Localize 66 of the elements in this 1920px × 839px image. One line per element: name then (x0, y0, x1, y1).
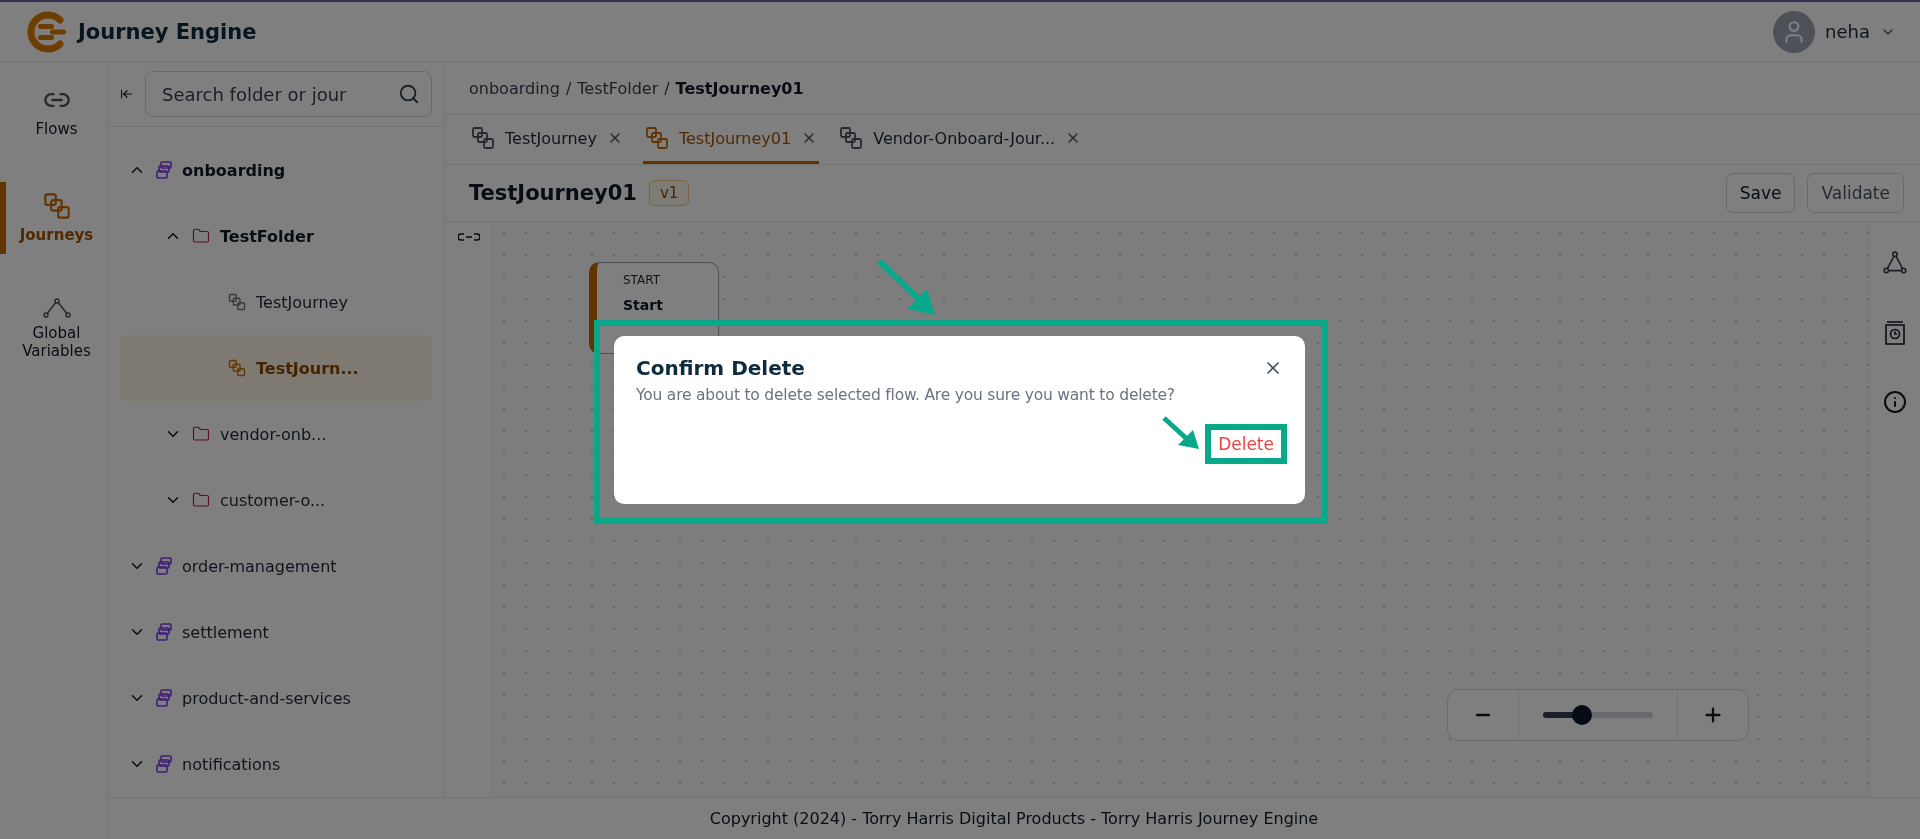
journey-icon (839, 126, 864, 150)
tree-item[interactable]: order-management (120, 533, 432, 599)
breadcrumb-separator: / (664, 78, 670, 98)
tree-label: onboarding (182, 160, 286, 180)
tree-label: settlement (182, 622, 269, 642)
journey-icon (42, 192, 71, 220)
logo-icon (24, 9, 68, 54)
journey-icon (644, 126, 669, 150)
tree-label: customer-o... (220, 490, 326, 510)
version-badge: v1 (649, 180, 690, 206)
history-icon[interactable] (1884, 320, 1906, 346)
journey-title: TestJourney01 (469, 181, 637, 205)
tree-item[interactable]: product-and-services (120, 665, 432, 731)
stack-icon (156, 557, 172, 575)
action-button[interactable]: Save (1725, 173, 1796, 213)
breadcrumb-item[interactable]: TestFolder (577, 78, 659, 98)
tree-item[interactable]: onboarding (120, 137, 432, 203)
info-icon[interactable] (1883, 390, 1907, 414)
node-type: START (623, 273, 662, 287)
nav-item[interactable]: Global Variables (0, 288, 107, 370)
tree-item[interactable]: settlement (120, 599, 432, 665)
tree-label: order-management (182, 556, 337, 576)
tab[interactable]: TestJourney01 (642, 115, 820, 164)
tree-label: vendor-onb... (220, 424, 327, 444)
tree-item[interactable]: notifications (120, 731, 432, 797)
stack-icon (156, 689, 172, 707)
tree-item[interactable]: vendor-onb... (120, 401, 432, 467)
tree-label: product-and-services (182, 688, 351, 708)
tree-item[interactable]: TestJourney (120, 269, 432, 335)
tree-label: TestJourn... (256, 358, 359, 378)
breadcrumb-item[interactable]: onboarding (469, 78, 560, 98)
breadcrumb-item: TestJourney01 (675, 78, 804, 98)
node-name: Start (623, 297, 664, 313)
tree-item[interactable]: TestJourn... (120, 335, 432, 401)
dialog-title: Confirm Delete (636, 356, 805, 380)
journey-icon (228, 359, 246, 377)
stack-icon (156, 161, 172, 179)
annotation-arrow (1162, 416, 1200, 450)
dialog-message: You are about to delete selected flow. Are you sure you want to delete? (636, 386, 1176, 404)
stack-icon (156, 623, 172, 641)
folder-icon (192, 227, 210, 245)
user-name[interactable]: neha (1825, 21, 1870, 42)
stack-icon (156, 755, 172, 773)
breadcrumb-separator: / (565, 78, 572, 98)
nav-item[interactable]: Flows (0, 76, 107, 148)
journey-icon (471, 126, 495, 150)
tree-item[interactable]: customer-o... (120, 467, 432, 533)
journey-icon (228, 293, 246, 311)
nodes-icon (42, 298, 71, 318)
app-title: Journey Engine (78, 19, 257, 44)
network-icon[interactable] (1882, 250, 1908, 276)
tree-label: TestFolder (220, 226, 314, 246)
link-icon[interactable] (457, 232, 480, 242)
folder-icon (192, 491, 210, 509)
folder-icon (192, 425, 210, 443)
nav-item[interactable]: Journeys (0, 182, 107, 254)
tab[interactable]: TestJourney (469, 115, 625, 164)
search-field[interactable]: Search folder or jour (145, 71, 432, 117)
slider-thumb[interactable] (1571, 705, 1592, 725)
tree-label: TestJourney (256, 292, 348, 312)
footer-text: Copyright (2024) - Torry Harris Digital Products - Torry Harris Journey Engine (709, 809, 1319, 828)
search-icon[interactable] (398, 83, 420, 105)
delete-button[interactable]: Delete (1205, 424, 1287, 464)
tree-item[interactable]: TestFolder (120, 203, 432, 269)
tab[interactable]: Vendor-Onboard-Jour... (837, 115, 1084, 164)
tree-label: notifications (182, 754, 281, 774)
